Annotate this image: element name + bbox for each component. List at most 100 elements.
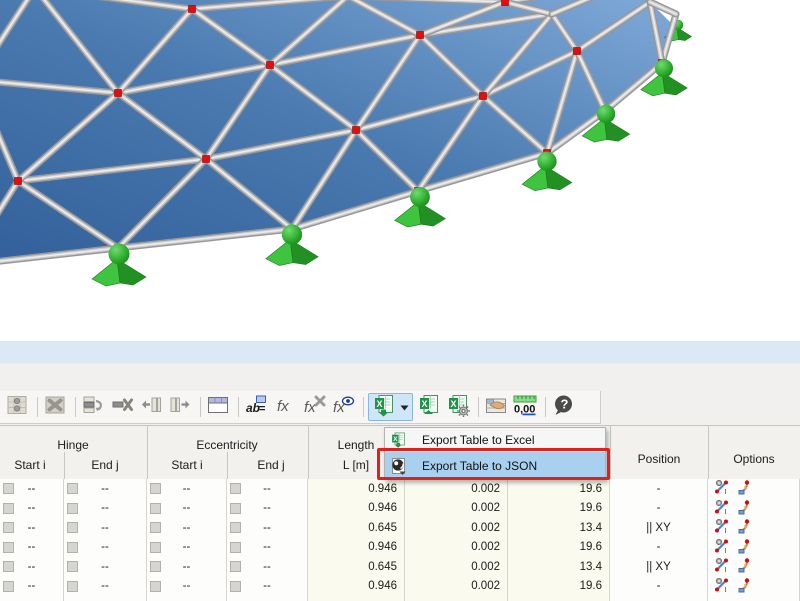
cell-col6[interactable]: 0.002: [405, 479, 508, 499]
cell-picker-button[interactable]: [150, 581, 161, 592]
cell-picker-button[interactable]: [67, 522, 78, 533]
cell-hinge_end[interactable]: [64, 596, 147, 601]
fe-node[interactable]: [574, 48, 581, 55]
cell-position[interactable]: -: [610, 499, 708, 519]
menu-item-export-json[interactable]: Export Table to JSON: [385, 452, 605, 479]
cell-hinge_start[interactable]: --: [0, 518, 64, 538]
cell-col7[interactable]: 19.6: [508, 499, 610, 519]
cell-options[interactable]: I: [708, 499, 800, 519]
fe-node[interactable]: [417, 32, 424, 39]
cell-hinge_end[interactable]: --: [64, 577, 147, 597]
fe-node[interactable]: [480, 93, 487, 100]
cell-position[interactable]: || XY: [610, 518, 708, 538]
cell-hinge_start[interactable]: --: [0, 499, 64, 519]
cell-options[interactable]: I: [708, 538, 800, 558]
table-row[interactable]: [0, 596, 800, 601]
cell-col7[interactable]: 19.6: [508, 577, 610, 597]
help-button[interactable]: ?: [550, 394, 576, 420]
formula-button[interactable]: fx: [272, 394, 298, 420]
cell-hinge_end[interactable]: --: [64, 518, 147, 538]
cell-hinge_start[interactable]: --: [0, 538, 64, 558]
cell-picker-button[interactable]: [3, 503, 14, 514]
member-hinge-icon[interactable]: I: [714, 479, 730, 498]
delete-table-button[interactable]: [42, 394, 68, 420]
cell-col7[interactable]: [508, 596, 610, 601]
cell-col6[interactable]: 0.002: [405, 518, 508, 538]
export-excel-button[interactable]: X: [368, 393, 413, 421]
cell-hinge_end[interactable]: --: [64, 479, 147, 499]
cell-col6[interactable]: 0.002: [405, 557, 508, 577]
cell-length[interactable]: 0.946: [308, 479, 405, 499]
cell-ecc_start[interactable]: --: [147, 577, 227, 597]
fe-node[interactable]: [502, 0, 509, 6]
decimal-places-button[interactable]: 0,00: [512, 394, 538, 420]
cell-picker-button[interactable]: [230, 503, 241, 514]
cell-picker-button[interactable]: [67, 503, 78, 514]
cell-options[interactable]: I: [708, 557, 800, 577]
cell-ecc_end[interactable]: --: [227, 557, 308, 577]
member-rotation-icon[interactable]: [736, 538, 752, 557]
cell-ecc_start[interactable]: --: [147, 557, 227, 577]
cell-hinge_start[interactable]: --: [0, 557, 64, 577]
cell-position[interactable]: -: [610, 577, 708, 597]
cell-col7[interactable]: 19.6: [508, 479, 610, 499]
shift-left-button[interactable]: [138, 394, 164, 420]
cell-picker-button[interactable]: [3, 561, 14, 572]
excel-settings-button[interactable]: X: [445, 394, 471, 420]
cell-options[interactable]: I: [708, 518, 800, 538]
cell-col6[interactable]: 0.002: [405, 538, 508, 558]
cell-picker-button[interactable]: [3, 581, 14, 592]
member-rotation-icon[interactable]: [736, 577, 752, 596]
cell-picker-button[interactable]: [3, 483, 14, 494]
cell-picker-button[interactable]: [150, 483, 161, 494]
fe-node[interactable]: [267, 62, 274, 69]
dropdown-arrow-icon[interactable]: [400, 398, 409, 416]
member-hinge-icon[interactable]: I: [714, 499, 730, 518]
cell-options[interactable]: I: [708, 577, 800, 597]
fe-node[interactable]: [115, 90, 122, 97]
shift-right-button[interactable]: [167, 394, 193, 420]
table-row[interactable]: --------0.9460.00219.6-I: [0, 577, 800, 598]
edit-cell-button[interactable]: ab=: [243, 394, 269, 420]
table-grid-button[interactable]: [4, 394, 30, 420]
formula-delete-button[interactable]: fx: [301, 394, 327, 420]
cell-hinge_start[interactable]: --: [0, 577, 64, 597]
cell-length[interactable]: 0.946: [308, 499, 405, 519]
cell-length[interactable]: 0.645: [308, 557, 405, 577]
cell-options[interactable]: I: [708, 479, 800, 499]
cell-ecc_end[interactable]: [227, 596, 308, 601]
table-row[interactable]: --------0.6450.00213.4|| XYI: [0, 557, 800, 578]
cell-picker-button[interactable]: [67, 561, 78, 572]
member-hinge-icon[interactable]: I: [714, 538, 730, 557]
cell-picker-button[interactable]: [3, 522, 14, 533]
cell-position[interactable]: -: [610, 479, 708, 499]
menu-item-export-excel[interactable]: 24">X Export Table to Excel: [385, 428, 605, 452]
cell-length[interactable]: [308, 596, 405, 601]
cell-options[interactable]: [708, 596, 800, 601]
fe-node[interactable]: [353, 127, 360, 134]
cell-picker-button[interactable]: [150, 503, 161, 514]
select-rows-button[interactable]: [483, 394, 509, 420]
member-rotation-icon[interactable]: [736, 499, 752, 518]
delete-row-button[interactable]: [109, 394, 135, 420]
cell-ecc_start[interactable]: --: [147, 499, 227, 519]
cell-col7[interactable]: 13.4: [508, 518, 610, 538]
cell-ecc_start[interactable]: --: [147, 518, 227, 538]
insert-row-button[interactable]: [80, 394, 106, 420]
cell-hinge_end[interactable]: --: [64, 538, 147, 558]
cell-picker-button[interactable]: [3, 542, 14, 553]
cell-col6[interactable]: [405, 596, 508, 601]
cell-ecc_end[interactable]: --: [227, 538, 308, 558]
cell-ecc_end[interactable]: --: [227, 499, 308, 519]
fe-node[interactable]: [189, 6, 196, 13]
cell-hinge_start[interactable]: [0, 596, 64, 601]
cell-length[interactable]: 0.946: [308, 538, 405, 558]
member-rotation-icon[interactable]: [736, 557, 752, 576]
cell-col6[interactable]: 0.002: [405, 499, 508, 519]
cell-picker-button[interactable]: [230, 522, 241, 533]
member-hinge-icon[interactable]: I: [714, 518, 730, 537]
cell-picker-button[interactable]: [230, 581, 241, 592]
import-excel-button[interactable]: X: [416, 394, 442, 420]
cell-ecc_start[interactable]: [147, 596, 227, 601]
cell-picker-button[interactable]: [67, 542, 78, 553]
